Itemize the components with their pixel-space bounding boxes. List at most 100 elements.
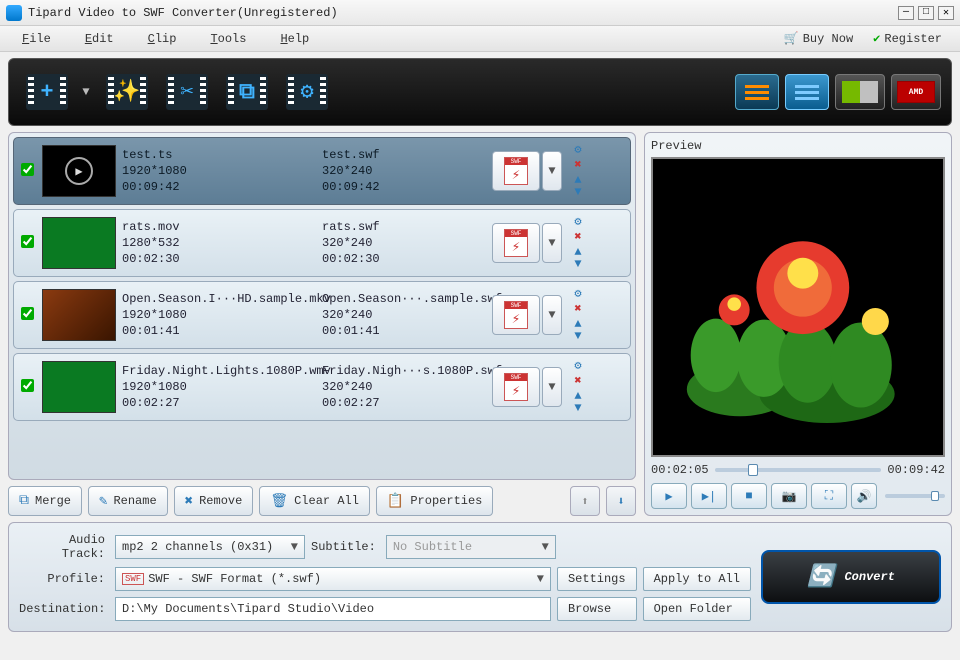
- browse-label: Browse: [568, 602, 611, 616]
- app-icon: [6, 5, 22, 21]
- close-button[interactable]: ✕: [938, 6, 954, 20]
- speaker-icon: 🔊: [857, 489, 872, 504]
- crop-button[interactable]: ⧉: [219, 68, 275, 116]
- volume-button[interactable]: 🔊: [851, 483, 877, 509]
- convert-button[interactable]: 🔄 Convert: [761, 550, 941, 604]
- profile-value: SWF - SWF Format (*.swf): [148, 572, 321, 586]
- move-up-button[interactable]: ⬆: [570, 486, 600, 516]
- merge-icon: ⧉: [19, 493, 29, 509]
- browse-button[interactable]: Browse: [557, 597, 637, 621]
- amd-icon: AMD: [897, 81, 935, 103]
- step-icon: ▶|: [702, 489, 716, 504]
- row-checkbox[interactable]: [18, 163, 36, 180]
- camera-icon: 📷: [782, 489, 797, 504]
- menu-edit[interactable]: Edit: [71, 28, 134, 50]
- move-down-button[interactable]: ⬇: [606, 486, 636, 516]
- clear-all-button[interactable]: 🗑Clear All: [259, 486, 370, 516]
- output-format-button[interactable]: ⚡: [492, 223, 540, 263]
- profile-label: Profile:: [19, 572, 109, 586]
- output-format-button[interactable]: ⚡: [492, 151, 540, 191]
- source-info: test.ts1920*108000:09:42: [122, 147, 322, 195]
- row-delete-icon[interactable]: ✖: [574, 303, 581, 315]
- row-checkbox[interactable]: [18, 235, 36, 252]
- swf-icon: ⚡: [504, 301, 528, 329]
- row-reorder-icon[interactable]: ▲▼: [574, 246, 581, 270]
- output-format-button[interactable]: ⚡: [492, 295, 540, 335]
- menu-tools[interactable]: Tools: [196, 28, 266, 50]
- open-folder-label: Open Folder: [654, 602, 733, 616]
- output-info: test.swf320*24000:09:42: [322, 147, 492, 195]
- subtitle-select[interactable]: No Subtitle▼: [386, 535, 556, 559]
- swf-badge-icon: SWF: [122, 573, 144, 585]
- row-delete-icon[interactable]: ✖: [574, 375, 581, 387]
- view-detail-button[interactable]: [785, 74, 829, 110]
- snapshot-button[interactable]: 📷: [771, 483, 807, 509]
- row-settings-icon[interactable]: ⚙: [574, 360, 581, 372]
- trim-button[interactable]: ✂: [159, 68, 215, 116]
- row-checkbox[interactable]: [18, 307, 36, 324]
- buy-now-link[interactable]: 🛒Buy Now: [774, 31, 863, 46]
- row-settings-icon[interactable]: ⚙: [574, 288, 581, 300]
- effect-button[interactable]: ✨: [99, 68, 155, 116]
- add-file-button[interactable]: +: [19, 68, 75, 116]
- nvidia-button[interactable]: [835, 74, 885, 110]
- menu-file[interactable]: File: [8, 28, 71, 50]
- row-settings-icon[interactable]: ⚙: [574, 144, 581, 156]
- properties-button[interactable]: 📋Properties: [376, 486, 493, 516]
- audio-track-select[interactable]: mp2 2 channels (0x31)▼: [115, 535, 305, 559]
- output-format-dropdown[interactable]: ▼: [542, 151, 562, 191]
- list-item[interactable]: ▶test.ts1920*108000:09:42test.swf320*240…: [13, 137, 631, 205]
- row-delete-icon[interactable]: ✖: [574, 231, 581, 243]
- row-checkbox[interactable]: [18, 379, 36, 396]
- main-toolbar: + ▼ ✨ ✂ ⧉ ⚙ AMD: [8, 58, 952, 126]
- volume-slider[interactable]: [885, 494, 945, 498]
- minimize-button[interactable]: —: [898, 6, 914, 20]
- preview-video[interactable]: [651, 157, 945, 457]
- list-item[interactable]: Open.Season.I···HD.sample.mkv1920*108000…: [13, 281, 631, 349]
- preferences-button[interactable]: ⚙: [279, 68, 335, 116]
- output-format-dropdown[interactable]: ▼: [542, 367, 562, 407]
- pencil-icon: ✎: [99, 493, 107, 510]
- menu-clip[interactable]: Clip: [134, 28, 197, 50]
- menu-help[interactable]: Help: [266, 28, 329, 50]
- amd-button[interactable]: AMD: [891, 74, 941, 110]
- maximize-button[interactable]: □: [918, 6, 934, 20]
- remove-button[interactable]: ✖Remove: [174, 486, 254, 516]
- thumbnail: [42, 217, 116, 269]
- merge-button[interactable]: ⧉ Merge: [8, 486, 82, 516]
- preview-position: 00:02:05: [651, 463, 709, 477]
- register-link[interactable]: ✔Register: [863, 31, 952, 46]
- apply-all-button[interactable]: Apply to All: [643, 567, 751, 591]
- swf-icon: ⚡: [504, 229, 528, 257]
- row-delete-icon[interactable]: ✖: [574, 159, 581, 171]
- rename-button[interactable]: ✎Rename: [88, 486, 168, 516]
- settings-button[interactable]: Settings: [557, 567, 637, 591]
- crop-icon: ⧉: [239, 80, 255, 105]
- preview-label: Preview: [651, 139, 945, 153]
- destination-input[interactable]: D:\My Documents\Tipard Studio\Video: [115, 597, 551, 621]
- list-item[interactable]: rats.mov1280*53200:02:30rats.swf320*2400…: [13, 209, 631, 277]
- stop-icon: ■: [745, 489, 752, 503]
- row-settings-icon[interactable]: ⚙: [574, 216, 581, 228]
- subtitle-label: Subtitle:: [311, 540, 380, 554]
- output-format-button[interactable]: ⚡: [492, 367, 540, 407]
- output-format-dropdown[interactable]: ▼: [542, 295, 562, 335]
- merge-label: Merge: [35, 494, 71, 508]
- play-button[interactable]: ▶: [651, 483, 687, 509]
- seek-slider[interactable]: [715, 468, 882, 472]
- view-list-button[interactable]: [735, 74, 779, 110]
- step-button[interactable]: ▶|: [691, 483, 727, 509]
- fullscreen-button[interactable]: ⛶: [811, 483, 847, 509]
- chevron-down-icon: ▼: [542, 540, 549, 554]
- row-reorder-icon[interactable]: ▲▼: [574, 390, 581, 414]
- add-file-dropdown[interactable]: ▼: [79, 68, 93, 116]
- list-item[interactable]: Friday.Night.Lights.1080P.wmv1920*108000…: [13, 353, 631, 421]
- output-format-dropdown[interactable]: ▼: [542, 223, 562, 263]
- chevron-down-icon: ▼: [291, 540, 298, 554]
- row-reorder-icon[interactable]: ▲▼: [574, 318, 581, 342]
- stop-button[interactable]: ■: [731, 483, 767, 509]
- open-folder-button[interactable]: Open Folder: [643, 597, 751, 621]
- profile-select[interactable]: SWFSWF - SWF Format (*.swf)▼: [115, 567, 551, 591]
- sparkle-icon: ✨: [113, 79, 140, 105]
- row-reorder-icon[interactable]: ▲▼: [574, 174, 581, 198]
